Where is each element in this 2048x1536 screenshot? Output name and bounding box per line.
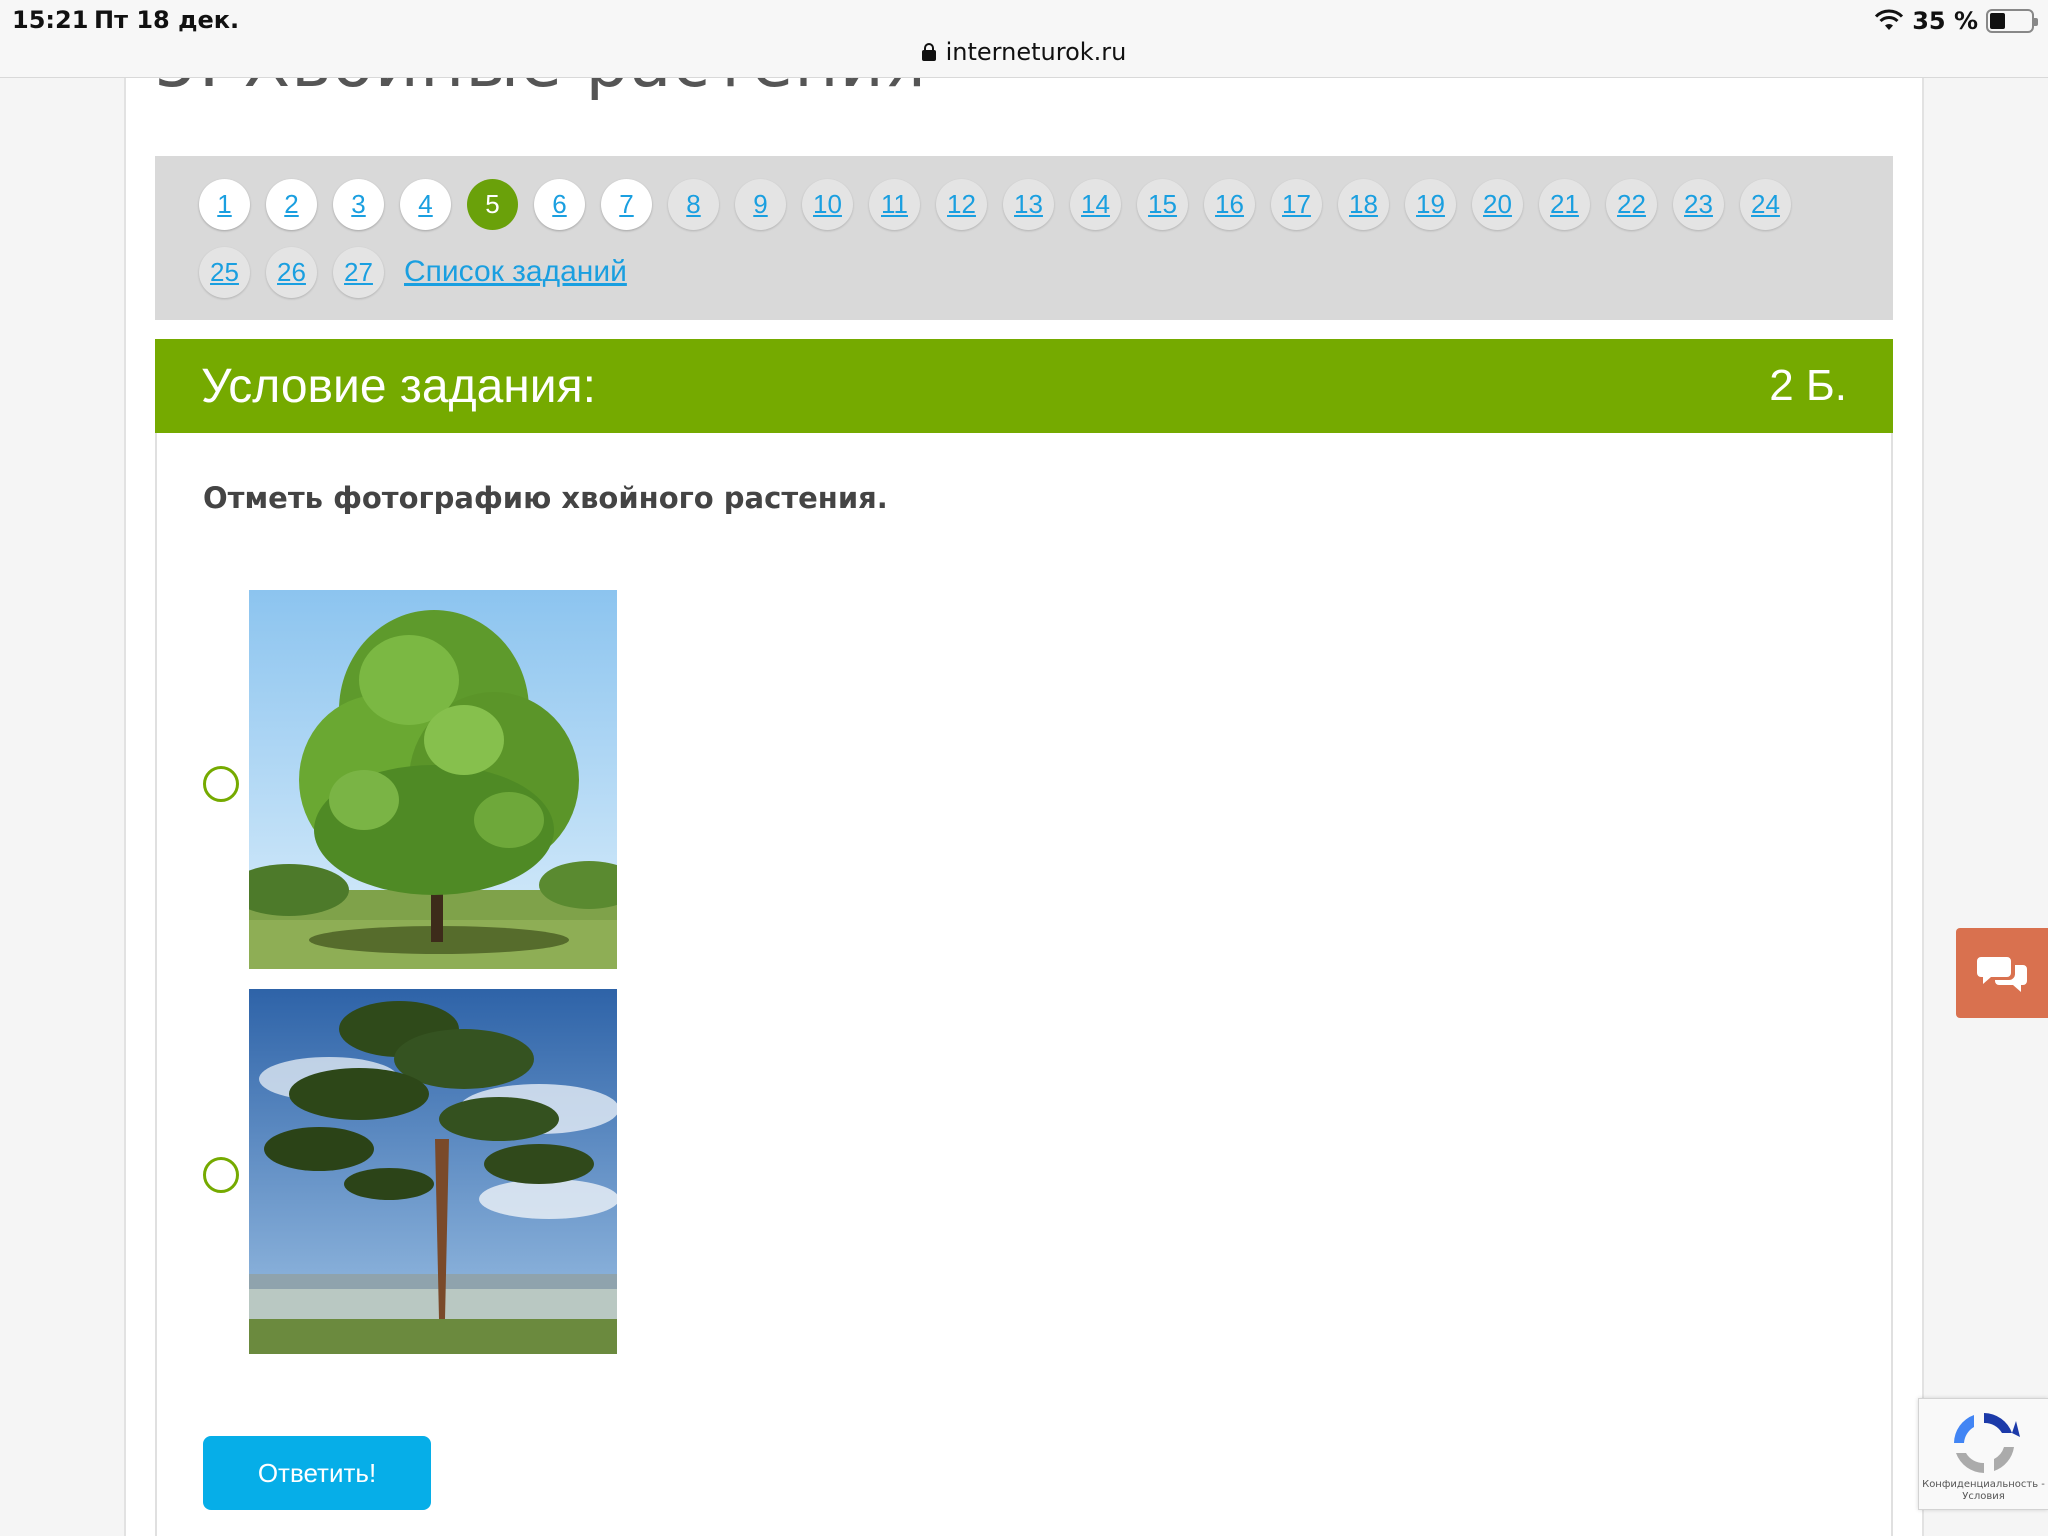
chat-bubbles-icon (1977, 957, 2027, 992)
page-link-7[interactable]: 7 (601, 178, 652, 230)
pagination-row: 1 2 3 4 5 6 7 8 9 10 11 12 13 14 15 16 17 18 19 20 21 22 23 24 (199, 178, 1893, 230)
page-link-8[interactable]: 8 (668, 178, 719, 230)
page-link-18[interactable]: 18 (1338, 178, 1389, 230)
page-link-22[interactable]: 22 (1606, 178, 1657, 230)
pagination-row: 25 26 27 Список заданий (199, 246, 1893, 298)
page-link-23[interactable]: 23 (1673, 178, 1724, 230)
page-link-13[interactable]: 13 (1003, 178, 1054, 230)
page-link-3[interactable]: 3 (333, 178, 384, 230)
status-date: Пт 18 дек. (94, 6, 240, 34)
page-link-15[interactable]: 15 (1137, 178, 1188, 230)
page-link-10[interactable]: 10 (802, 178, 853, 230)
address-bar[interactable]: interneturok.ru (0, 38, 2048, 66)
page-link-11[interactable]: 11 (869, 178, 920, 230)
page-link-26[interactable]: 26 (266, 246, 317, 298)
task-header: Условие задания: 2 Б. (155, 339, 1893, 433)
submit-answer-button[interactable]: Ответить! (203, 1436, 431, 1510)
task-header-title: Условие задания: (201, 359, 596, 413)
chat-button[interactable] (1956, 928, 2048, 1018)
page-link-25[interactable]: 25 (199, 246, 250, 298)
status-time: 15:21 (12, 6, 89, 34)
task-list-link[interactable]: Список заданий (404, 255, 627, 289)
page-link-9[interactable]: 9 (735, 178, 786, 230)
page-link-17[interactable]: 17 (1271, 178, 1322, 230)
page-link-14[interactable]: 14 (1070, 178, 1121, 230)
task-score: 2 Б. (1769, 361, 1847, 410)
url-text: interneturok.ru (945, 38, 1127, 66)
recaptcha-badge[interactable]: Конфиденциальность - Условия (1918, 1398, 2048, 1510)
battery-icon (1986, 9, 2038, 33)
radio-button[interactable] (203, 766, 239, 802)
page-link-5[interactable]: 5 (467, 178, 518, 230)
recaptcha-text: Конфиденциальность - Условия (1922, 1479, 2045, 1502)
page-link-16[interactable]: 16 (1204, 178, 1255, 230)
page-link-2[interactable]: 2 (266, 178, 317, 230)
page-link-1[interactable]: 1 (199, 178, 250, 230)
page-link-4[interactable]: 4 (400, 178, 451, 230)
page-link-21[interactable]: 21 (1539, 178, 1590, 230)
status-indicators: 35 % (1874, 6, 2038, 36)
battery-level (1990, 13, 2006, 29)
question-text: Отметь фотографию хвойного растения. (203, 481, 888, 515)
lock-icon (921, 43, 936, 61)
pine-tree-photo[interactable] (249, 989, 617, 1354)
task-body: Отметь фотографию хвойного растения. Отв… (155, 433, 1893, 1536)
task-pagination: 1 2 3 4 5 6 7 8 9 10 11 12 13 14 15 16 17 18 19 20 21 22 23 24 … (155, 156, 1893, 320)
page-link-6[interactable]: 6 (534, 178, 585, 230)
page-link-20[interactable]: 20 (1472, 178, 1523, 230)
recaptcha-icon (1954, 1413, 2020, 1473)
page-link-12[interactable]: 12 (936, 178, 987, 230)
radio-button[interactable] (203, 1157, 239, 1193)
wifi-icon (1875, 9, 1904, 30)
page-link-27[interactable]: 27 (333, 246, 384, 298)
battery-percentage: 35 % (1912, 7, 1978, 35)
page-link-19[interactable]: 19 (1405, 178, 1456, 230)
status-bar: 15:21 Пт 18 дек. 35 % interneturok.ru (0, 0, 2048, 78)
page-link-24[interactable]: 24 (1740, 178, 1791, 230)
deciduous-tree-photo[interactable] (249, 590, 617, 969)
